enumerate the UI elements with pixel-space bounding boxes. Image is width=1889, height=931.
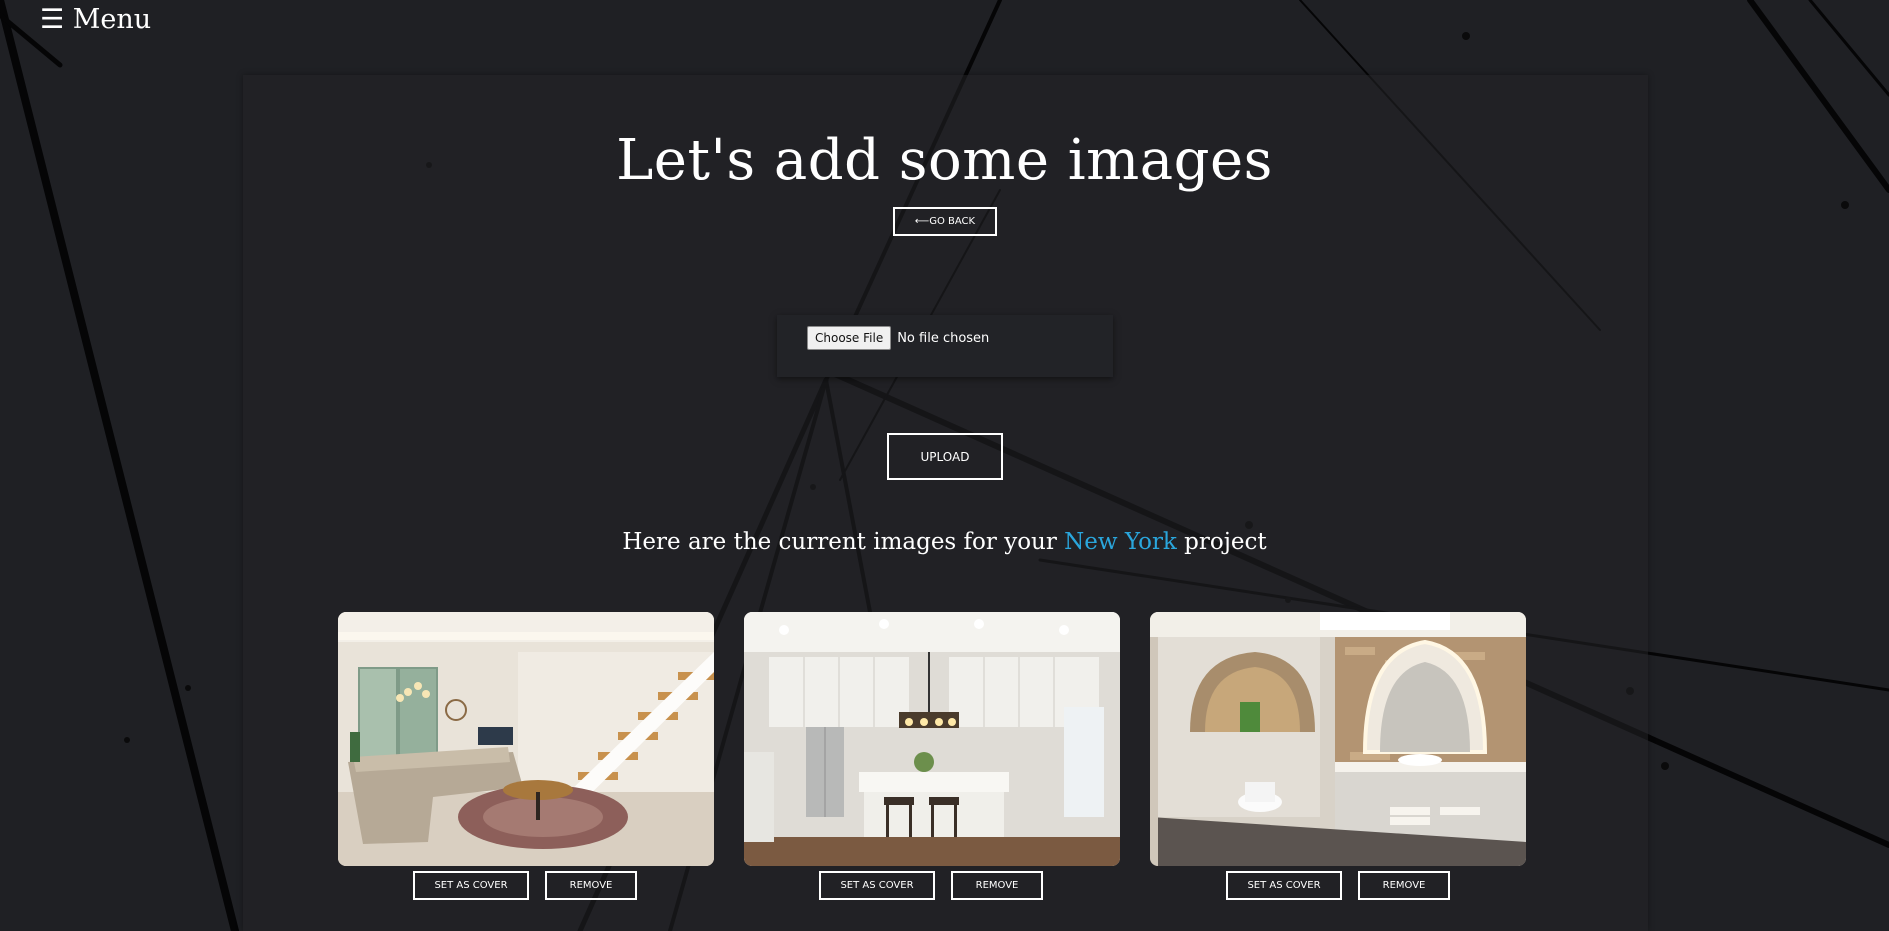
set-cover-button[interactable]: SET AS COVER xyxy=(413,871,529,900)
file-status-text: No file chosen xyxy=(897,330,990,346)
bathroom-photo xyxy=(1150,612,1526,866)
set-cover-label: SET AS COVER xyxy=(434,880,508,891)
menu-label: ☰ Menu xyxy=(40,4,152,35)
kitchen-photo xyxy=(744,612,1120,866)
remove-button[interactable]: REMOVE xyxy=(545,871,637,900)
upload-button[interactable]: UPLOAD xyxy=(887,433,1003,480)
set-cover-button[interactable]: SET AS COVER xyxy=(819,871,935,900)
project-image-bathroom[interactable] xyxy=(1150,612,1526,866)
remove-button[interactable]: REMOVE xyxy=(1358,871,1450,900)
remove-label: REMOVE xyxy=(1382,880,1426,891)
remove-button[interactable]: REMOVE xyxy=(951,871,1043,900)
remove-label: REMOVE xyxy=(569,880,613,891)
gallery-heading-suffix: project xyxy=(1176,529,1267,555)
upload-label: UPLOAD xyxy=(920,449,970,464)
remove-label: REMOVE xyxy=(975,880,1019,891)
living-room-photo xyxy=(338,612,714,866)
gallery-heading: Here are the current images for your New… xyxy=(0,529,1889,555)
project-image-living-room[interactable] xyxy=(338,612,714,866)
gallery-heading-prefix: Here are the current images for your xyxy=(622,529,1065,555)
page: ☰ Menu Let's add some images ⟵GO BACK Ch… xyxy=(0,0,1889,931)
choose-file-button[interactable]: Choose File xyxy=(807,326,892,350)
go-back-button[interactable]: ⟵GO BACK xyxy=(893,207,997,236)
set-cover-label: SET AS COVER xyxy=(1247,880,1321,891)
page-title: Let's add some images xyxy=(616,128,1273,193)
go-back-label: ⟵GO BACK xyxy=(914,216,976,227)
file-input[interactable]: Choose File No file chosen xyxy=(807,326,989,350)
project-image-kitchen[interactable] xyxy=(744,612,1120,866)
menu-toggle[interactable]: ☰ Menu xyxy=(40,4,151,35)
set-cover-label: SET AS COVER xyxy=(840,880,914,891)
project-name: New York xyxy=(1064,529,1177,555)
set-cover-button[interactable]: SET AS COVER xyxy=(1226,871,1342,900)
